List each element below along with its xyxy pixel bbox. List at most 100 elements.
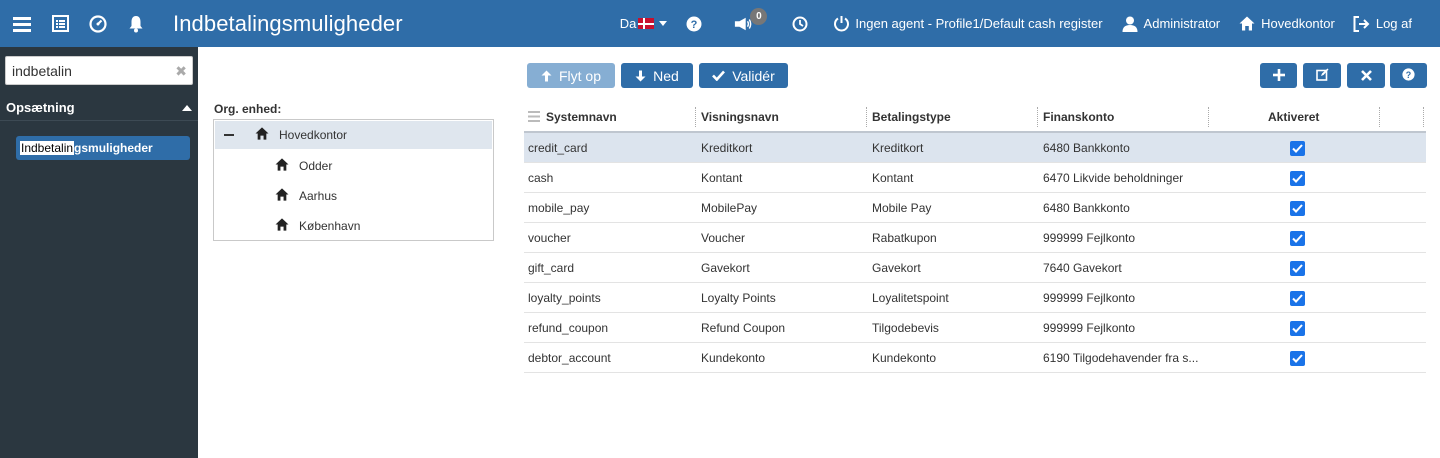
section-title: Opsætning (6, 100, 75, 115)
language-label: Da (619, 16, 637, 31)
activated-checkbox[interactable] (1290, 283, 1305, 313)
column-menu-icon[interactable] (528, 111, 540, 125)
checkbox-checked-icon (1290, 200, 1305, 216)
announcements-button[interactable]: 0 (734, 7, 768, 33)
table-row[interactable]: cash Kontant Kontant 6470 Likvide behold… (524, 163, 1426, 193)
collapse-icon[interactable] (224, 134, 234, 136)
checkbox-checked-icon (1290, 260, 1305, 276)
sidebar: ✖ Opsætning Indbetalingsmuligheder (0, 47, 198, 458)
question-circle-icon: ? (685, 15, 703, 33)
cell-payment-type: Tilgodebevis (872, 321, 939, 335)
menu-search: ✖ (5, 56, 193, 85)
activated-checkbox[interactable] (1290, 313, 1305, 343)
activated-checkbox[interactable] (1290, 253, 1305, 283)
top-bar: Indbetalingsmuligheder Da ? 0 Ingen agen… (0, 0, 1440, 47)
org-unit-label: Org. enhed: (214, 102, 282, 116)
user-menu[interactable]: Administrator (1121, 15, 1221, 33)
activated-checkbox[interactable] (1290, 163, 1305, 193)
section-header-setup[interactable]: Opsætning (0, 95, 198, 121)
cell-system-name: gift_card (528, 261, 575, 275)
activated-checkbox[interactable] (1290, 223, 1305, 253)
column-header-finance-account[interactable]: Finanskonto (1043, 103, 1114, 131)
user-label: Administrator (1143, 16, 1221, 31)
danish-flag-icon (638, 18, 655, 29)
menu-icon[interactable] (13, 15, 31, 33)
cell-payment-type: Kreditkort (872, 141, 924, 155)
column-header-activated[interactable]: Aktiveret (1268, 103, 1319, 131)
grid-header: Systemnavn Visningsnavn Betalingstype Fi… (524, 103, 1426, 133)
column-header-system-name[interactable]: Systemnavn (546, 103, 617, 131)
sidebar-item-payment-options[interactable]: Indbetalin gsmuligheder (16, 136, 190, 160)
tree-node-label: Hovedkontor (279, 128, 348, 142)
checkbox-checked-icon (1290, 230, 1305, 246)
delete-button[interactable] (1347, 63, 1385, 88)
dashboard-icon[interactable] (89, 14, 107, 33)
add-button[interactable] (1260, 63, 1297, 88)
table-row[interactable]: voucher Voucher Rabatkupon 999999 Fejlko… (524, 223, 1426, 253)
activated-checkbox[interactable] (1290, 133, 1305, 163)
clock-icon (791, 15, 809, 33)
location-menu[interactable]: Hovedkontor (1238, 15, 1335, 33)
list-icon[interactable] (51, 15, 69, 33)
arrow-down-icon (635, 70, 646, 82)
clear-icon[interactable]: ✖ (175, 63, 187, 80)
home-icon (275, 218, 289, 234)
edit-icon (1315, 68, 1329, 84)
table-row[interactable]: refund_coupon Refund Coupon Tilgodebevis… (524, 313, 1426, 343)
table-row[interactable]: mobile_pay MobilePay Mobile Pay 6480 Ban… (524, 193, 1426, 223)
tree-node[interactable]: København (215, 212, 360, 240)
bell-icon[interactable] (127, 15, 145, 33)
tree-node[interactable]: Aarhus (215, 182, 337, 210)
move-down-button[interactable]: Ned (621, 63, 693, 88)
validate-button[interactable]: Validér (699, 63, 788, 88)
search-highlight: Indbetalin (20, 141, 75, 155)
home-icon (275, 158, 289, 174)
svg-text:?: ? (1406, 70, 1411, 80)
tree-node-label: Odder (299, 159, 333, 173)
cell-system-name: debtor_account (528, 351, 611, 365)
help-button[interactable]: ? (685, 15, 708, 33)
tree-node-root[interactable]: Hovedkontor (215, 121, 492, 149)
move-down-label: Ned (653, 67, 679, 84)
table-row[interactable]: loyalty_points Loyalty Points Loyalitets… (524, 283, 1426, 313)
cell-finance-account: 6470 Likvide beholdninger (1043, 171, 1184, 185)
plus-icon (1272, 68, 1285, 84)
close-icon (1360, 68, 1372, 84)
edit-button[interactable] (1303, 63, 1341, 88)
cell-display-name: Voucher (701, 231, 746, 245)
cell-display-name: Kundekonto (701, 351, 766, 365)
cell-display-name: Gavekort (701, 261, 750, 275)
cell-payment-type: Kontant (872, 171, 914, 185)
cell-finance-account: 999999 Fejlkonto (1043, 291, 1136, 305)
chevron-down-icon (659, 21, 668, 26)
move-up-label: Flyt op (558, 67, 601, 84)
cell-system-name: credit_card (528, 141, 588, 155)
activated-checkbox[interactable] (1290, 343, 1305, 373)
move-up-button[interactable]: Flyt op (527, 63, 615, 88)
cell-system-name: cash (528, 171, 554, 185)
table-row[interactable]: debtor_account Kundekonto Kundekonto 619… (524, 343, 1426, 373)
activated-checkbox[interactable] (1290, 193, 1305, 223)
table-row[interactable]: credit_card Kreditkort Kreditkort 6480 B… (524, 133, 1426, 163)
power-icon (832, 15, 850, 33)
column-header-payment-type[interactable]: Betalingstype (872, 103, 951, 131)
cell-finance-account: 999999 Fejlkonto (1043, 321, 1136, 335)
logout-button[interactable]: Log af (1353, 15, 1412, 33)
menu-search-input[interactable] (6, 57, 166, 84)
home-icon (255, 127, 269, 143)
checkbox-checked-icon (1290, 170, 1305, 186)
language-selector[interactable]: Da (620, 16, 668, 31)
org-tree: Hovedkontor Odder Aarhus København (213, 119, 494, 241)
cell-display-name: Kontant (701, 171, 743, 185)
home-icon (275, 188, 289, 204)
table-row[interactable]: gift_card Gavekort Gavekort 7640 Gavekor… (524, 253, 1426, 283)
page-title: Indbetalingsmuligheder (173, 10, 403, 36)
tree-node[interactable]: Odder (215, 152, 332, 180)
history-button[interactable] (791, 15, 814, 33)
cell-display-name: Loyalty Points (701, 291, 776, 305)
checkbox-checked-icon (1290, 350, 1305, 366)
tree-node-label: Aarhus (299, 189, 338, 203)
help-button-toolbar[interactable]: ? (1390, 63, 1427, 88)
agent-status[interactable]: Ingen agent - Profile1/Default cash regi… (832, 15, 1103, 33)
column-header-display-name[interactable]: Visningsnavn (701, 103, 779, 131)
